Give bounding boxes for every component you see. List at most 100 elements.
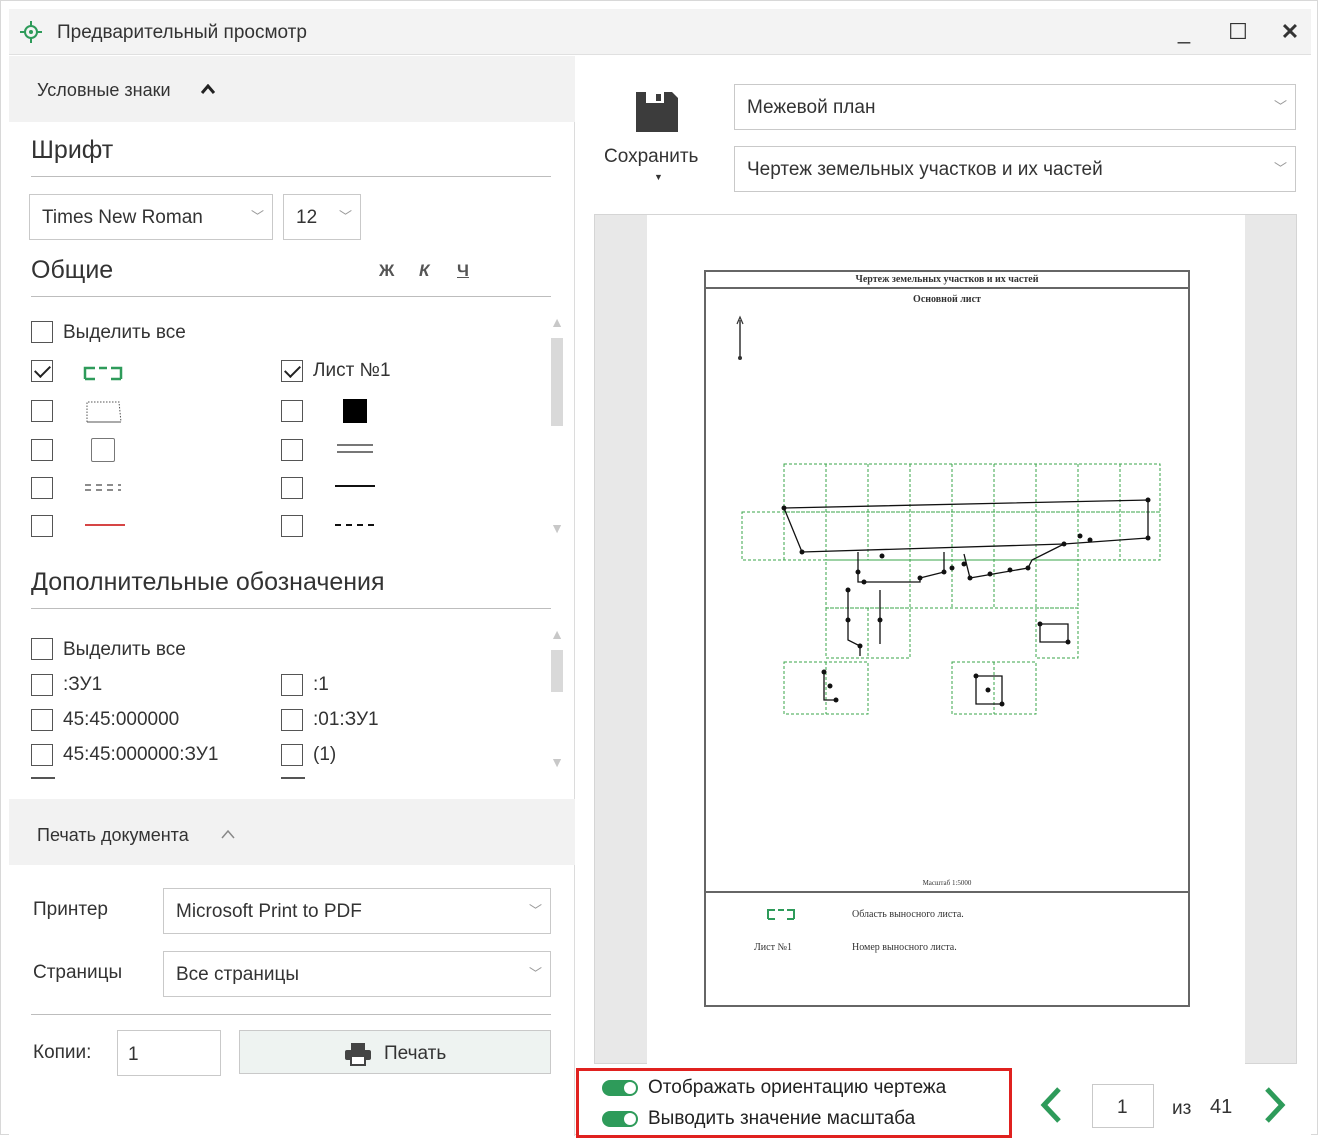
select-all-checkbox[interactable] <box>31 321 53 343</box>
scroll-up-icon[interactable]: ▲ <box>550 626 564 642</box>
app-crosshair-icon <box>20 21 42 43</box>
chevron-down-icon: ﹀ <box>250 209 264 224</box>
next-page-icon[interactable] <box>1262 1086 1288 1124</box>
extra-checkbox[interactable] <box>281 674 303 696</box>
sheet-area-symbol-icon <box>83 366 123 381</box>
divider <box>31 1014 551 1015</box>
copies-input[interactable]: 1 <box>117 1030 221 1076</box>
printer-select[interactable]: Microsoft Print to PDF ﹀ <box>163 888 551 934</box>
bold-button[interactable]: Ж <box>379 261 394 281</box>
legend-checkbox[interactable] <box>281 360 303 382</box>
legend-checkbox[interactable] <box>281 515 303 537</box>
save-button[interactable]: Сохранить ▼ <box>598 86 718 196</box>
pages-value: Все страницы <box>176 964 299 985</box>
orientation-toggle[interactable] <box>602 1080 638 1096</box>
legend-checkbox[interactable] <box>31 477 53 499</box>
settings-panel: Условные знаки Шрифт Times New Roman ﹀ 1… <box>9 56 575 1136</box>
legend-area-symbol-icon <box>767 909 795 920</box>
legend-checkbox[interactable] <box>281 400 303 422</box>
extra-checkbox[interactable] <box>31 674 53 696</box>
page-sheet: Чертеж земельных участков и их частей Ос… <box>647 215 1245 1065</box>
scale-text: Масштаб 1:5000 <box>922 879 972 887</box>
extra-heading: Дополнительные обозначения <box>31 568 385 596</box>
chevron-up-icon <box>201 84 215 94</box>
legend-checkbox[interactable] <box>281 439 303 461</box>
clipped-checkbox <box>281 777 305 779</box>
page-preview-area[interactable]: Чертеж земельных участков и их частей Ос… <box>594 214 1297 1065</box>
extra-checkbox[interactable] <box>31 709 53 731</box>
dashed-line-icon <box>335 524 379 526</box>
legend-checkbox[interactable] <box>31 400 53 422</box>
save-icon <box>636 92 678 132</box>
legend-sheet-symbol: Лист №1 <box>754 942 792 953</box>
italic-button[interactable]: К <box>419 261 429 281</box>
preview-window: Предварительный просмотр _ ☐ ✕ Условные … <box>0 0 1318 1138</box>
legend-sheet-text: Номер выносного листа. <box>852 942 957 953</box>
minimize-button[interactable]: _ <box>1169 17 1199 47</box>
font-size-select[interactable]: 12 ﹀ <box>283 194 361 240</box>
north-arrow-icon <box>736 315 744 360</box>
document-section-select[interactable]: Чертеж земельных участков и их частей ﹀ <box>734 146 1296 192</box>
legend-checkbox[interactable] <box>31 515 53 537</box>
chevron-down-icon: ﹀ <box>338 209 352 224</box>
legend-checkbox[interactable] <box>31 439 53 461</box>
drawing-title: Чертеж земельных участков и их частей <box>706 272 1188 289</box>
scroll-thumb[interactable] <box>551 338 563 426</box>
printer-label: Принтер <box>33 899 108 920</box>
divider <box>31 608 551 609</box>
chevron-down-icon: ﹀ <box>528 903 542 918</box>
extra-checkbox[interactable] <box>31 744 53 766</box>
chevron-down-icon: ﹀ <box>1273 99 1287 114</box>
close-button[interactable]: ✕ <box>1275 17 1305 47</box>
copies-label: Копии: <box>33 1042 92 1063</box>
extra-item-label: 45:45:000000:ЗУ1 <box>63 744 219 765</box>
extra-checkbox[interactable] <box>281 709 303 731</box>
preview-footer: Отображать ориентацию чертежа Выводить з… <box>576 1064 1311 1138</box>
scroll-thumb[interactable] <box>551 650 563 692</box>
legend-checkbox[interactable] <box>31 360 53 382</box>
printer-value: Microsoft Print to PDF <box>176 901 362 922</box>
extra-select-all-checkbox[interactable] <box>31 638 53 660</box>
document-type-select[interactable]: Межевой план ﹀ <box>734 84 1296 130</box>
underline-button[interactable]: Ч <box>457 261 469 281</box>
chevron-up-icon <box>221 829 235 839</box>
red-line-icon <box>85 524 125 526</box>
general-scrollbar[interactable]: ▲ ▼ <box>550 314 564 544</box>
filled-square-icon <box>343 399 367 423</box>
legend-divider <box>706 891 1188 893</box>
double-line-icon <box>337 444 373 453</box>
print-button[interactable]: Печать <box>239 1030 551 1074</box>
scroll-up-icon[interactable]: ▲ <box>550 314 564 330</box>
font-heading: Шрифт <box>31 136 114 164</box>
of-label: из <box>1172 1098 1192 1119</box>
previous-page-icon[interactable] <box>1038 1086 1064 1124</box>
solid-line-icon <box>335 485 375 487</box>
legend-checkbox[interactable] <box>281 477 303 499</box>
drawing-frame: Чертеж земельных участков и их частей Ос… <box>704 270 1190 1007</box>
scale-toggle[interactable] <box>602 1111 638 1127</box>
general-heading: Общие <box>31 256 114 284</box>
page-number-input[interactable]: 1 <box>1092 1084 1154 1128</box>
pages-select[interactable]: Все страницы ﹀ <box>163 951 551 997</box>
maximize-button[interactable]: ☐ <box>1223 17 1253 47</box>
extra-scrollbar[interactable]: ▲ ▼ <box>550 626 564 776</box>
print-section-header[interactable]: Печать документа <box>9 799 575 865</box>
pages-label: Страницы <box>33 962 123 983</box>
total-pages: 41 <box>1210 1096 1233 1118</box>
extra-item-label: :ЗУ1 <box>63 674 103 695</box>
caret-down-icon: ▼ <box>654 172 663 182</box>
chevron-down-icon: ﹀ <box>528 966 542 981</box>
extra-item-label: 45:45:000000 <box>63 709 180 730</box>
legend-section-header[interactable]: Условные знаки <box>9 56 575 122</box>
sheet-label: Лист №1 <box>313 360 391 381</box>
scroll-down-icon[interactable]: ▼ <box>550 754 564 770</box>
copies-value: 1 <box>128 1044 139 1065</box>
print-button-label: Печать <box>384 1043 447 1064</box>
extra-select-all-label: Выделить все <box>63 639 186 660</box>
legend-section-title: Условные знаки <box>37 80 171 100</box>
save-label: Сохранить <box>604 146 699 167</box>
extra-checkbox[interactable] <box>281 744 303 766</box>
font-family-select[interactable]: Times New Roman ﹀ <box>29 194 273 240</box>
clipped-checkbox <box>31 777 55 779</box>
scroll-down-icon[interactable]: ▼ <box>550 520 564 536</box>
